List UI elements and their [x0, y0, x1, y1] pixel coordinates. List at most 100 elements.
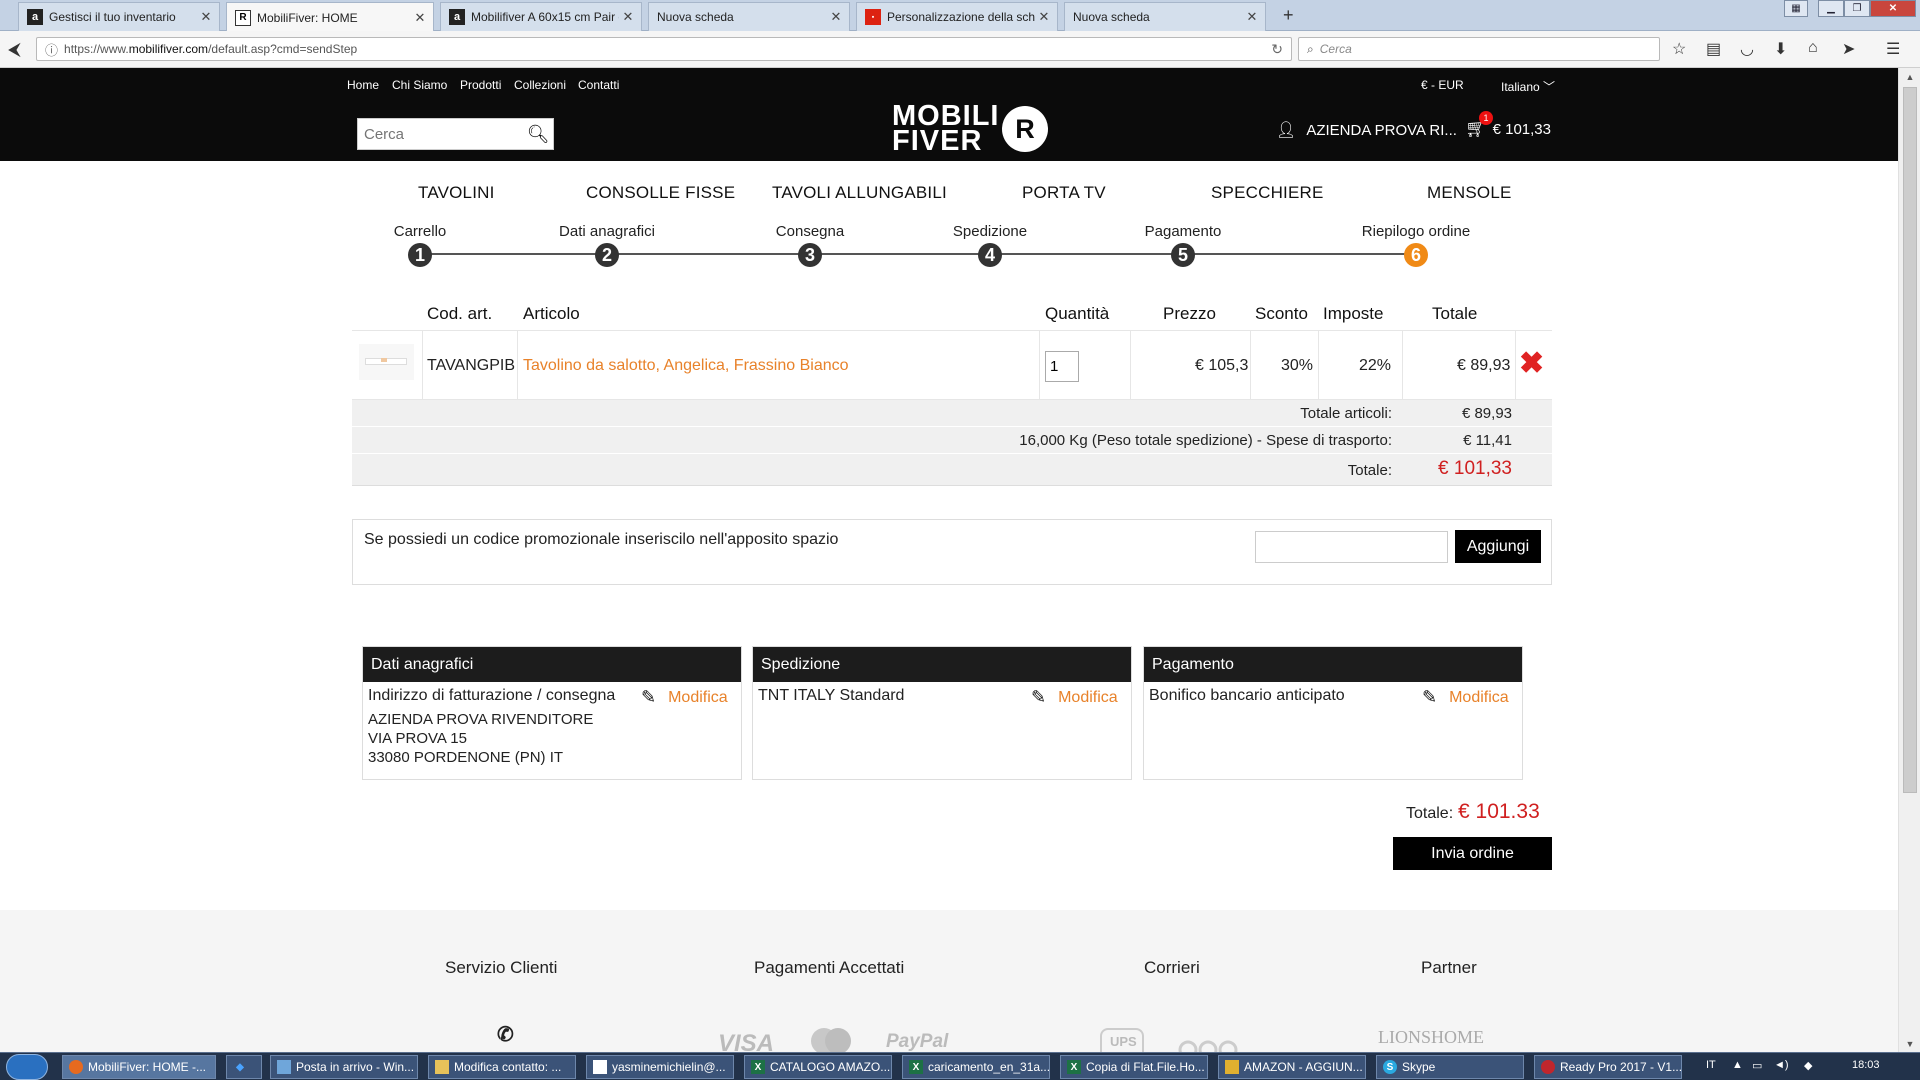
- scroll-down-icon[interactable]: ▼: [1899, 1035, 1920, 1052]
- taskbar-item[interactable]: ◆: [226, 1055, 262, 1079]
- taskbar-item[interactable]: Modifica contatto: ...: [428, 1055, 576, 1079]
- site-logo[interactable]: MOBILI FIVER R: [892, 102, 1050, 161]
- page-scrollbar[interactable]: ▲ ▼: [1898, 68, 1920, 1052]
- browser-tab[interactable]: Nuova scheda ✕: [1064, 2, 1266, 31]
- category-porta-tv[interactable]: PORTA TV: [1022, 183, 1106, 203]
- product-thumbnail[interactable]: [359, 344, 414, 380]
- delete-icon[interactable]: ✖: [1519, 349, 1544, 379]
- nav-link-chi-siamo[interactable]: Chi Siamo: [392, 78, 447, 92]
- browser-tab[interactable]: ▪ Personalizzazione della schec ✕: [856, 2, 1058, 31]
- close-icon[interactable]: ✕: [197, 9, 215, 25]
- submit-order-button[interactable]: Invia ordine: [1393, 837, 1552, 870]
- site-search-input[interactable]: [358, 125, 523, 143]
- modify-billing-link[interactable]: ✎ Modifica: [641, 687, 728, 708]
- browser-search-input[interactable]: ⌕ Cerca: [1298, 37, 1660, 61]
- tray-expand-icon[interactable]: ▲: [1732, 1059, 1743, 1071]
- task-label: Copia di Flat.File.Ho...: [1086, 1060, 1205, 1074]
- quantity-input[interactable]: [1045, 351, 1079, 382]
- taskbar-item[interactable]: X CATALOGO AMAZO...: [744, 1055, 892, 1079]
- back-icon[interactable]: ⮜: [8, 39, 21, 59]
- taskbar-item[interactable]: AMAZON - AGGIUN...: [1218, 1055, 1366, 1079]
- send-icon[interactable]: ➤: [1842, 39, 1855, 59]
- taskbar-item[interactable]: Ready Pro 2017 - V1...: [1534, 1055, 1682, 1079]
- nav-link-contatti[interactable]: Contatti: [578, 78, 619, 92]
- scroll-up-icon[interactable]: ▲: [1899, 68, 1920, 85]
- browser-tab-active[interactable]: R MobiliFiver: HOME ✕: [226, 2, 434, 32]
- volume-icon[interactable]: ◄): [1774, 1059, 1789, 1071]
- taskbar-item[interactable]: S Skype: [1376, 1055, 1524, 1079]
- step-number[interactable]: 4: [978, 243, 1002, 267]
- task-label: MobiliFiver: HOME -...: [88, 1060, 207, 1074]
- dropbox-tray-icon[interactable]: ◆: [1804, 1059, 1812, 1072]
- browser-navbar: ⮜ ⓘ https://www.mobilifiver.com/default.…: [0, 31, 1920, 68]
- step-number[interactable]: 5: [1171, 243, 1195, 267]
- category-consolle-fisse[interactable]: CONSOLLE FISSE: [586, 183, 735, 203]
- phone-icon[interactable]: ✆: [497, 1022, 514, 1047]
- input-language[interactable]: IT: [1706, 1059, 1716, 1071]
- language-selector[interactable]: Italiano ﹀: [1501, 78, 1555, 95]
- taskbar-item[interactable]: X Copia di Flat.File.Ho...: [1060, 1055, 1208, 1079]
- add-promo-button[interactable]: Aggiungi: [1455, 530, 1541, 563]
- account-link[interactable]: 👤︎ AZIENDA PROVA RI...: [1276, 120, 1457, 140]
- close-icon[interactable]: ✕: [1035, 9, 1053, 25]
- item-price: € 105,3: [1195, 357, 1249, 374]
- close-window-icon[interactable]: ✕: [1870, 0, 1916, 17]
- nav-link-collezioni[interactable]: Collezioni: [514, 78, 566, 92]
- step-label[interactable]: Pagamento: [1145, 223, 1222, 240]
- restore-icon[interactable]: ❐: [1844, 0, 1870, 17]
- clock[interactable]: 18:03: [1852, 1059, 1880, 1071]
- download-icon[interactable]: ⬇: [1774, 39, 1787, 59]
- home-icon[interactable]: ⌂: [1808, 39, 1818, 57]
- reading-list-icon[interactable]: ▤: [1706, 39, 1721, 59]
- close-icon[interactable]: ✕: [827, 9, 845, 25]
- close-icon[interactable]: ✕: [1243, 9, 1261, 25]
- logo-line-2: FIVER: [892, 125, 983, 157]
- info-icon[interactable]: ⓘ: [45, 40, 58, 59]
- browser-tab[interactable]: Nuova scheda ✕: [648, 2, 850, 31]
- category-tavolini[interactable]: TAVOLINI: [418, 183, 495, 203]
- step-number[interactable]: 3: [798, 243, 822, 267]
- column-header-discount: Sconto: [1255, 304, 1308, 323]
- mail-icon: [277, 1060, 291, 1074]
- step-label[interactable]: Carrello: [394, 223, 447, 240]
- browser-tab[interactable]: a Mobilifiver A 60x15 cm Pair c ✕: [440, 2, 642, 31]
- new-tab-icon[interactable]: +: [1283, 5, 1294, 26]
- window-menu-icon[interactable]: ▦: [1784, 0, 1808, 17]
- pocket-icon[interactable]: ◡: [1740, 39, 1754, 59]
- close-icon[interactable]: ✕: [411, 10, 429, 26]
- category-tavoli-allungabili[interactable]: TAVOLI ALLUNGABILI: [772, 183, 947, 203]
- currency-selector[interactable]: € - EUR: [1421, 78, 1464, 92]
- tab-label: Gestisci il tuo inventario: [49, 10, 176, 24]
- scroll-thumb[interactable]: [1903, 87, 1917, 793]
- step-label[interactable]: Consegna: [776, 223, 844, 240]
- bookmark-star-icon[interactable]: ☆: [1672, 39, 1686, 59]
- nav-link-prodotti[interactable]: Prodotti: [460, 78, 501, 92]
- modify-shipping-link[interactable]: ✎ Modifica: [1031, 687, 1118, 708]
- minimize-icon[interactable]: ▁: [1818, 0, 1844, 17]
- taskbar-item[interactable]: yasminemichielin@...: [586, 1055, 734, 1079]
- taskbar-item[interactable]: Xcaricamento_en_31a...: [902, 1055, 1050, 1079]
- reload-icon[interactable]: ↻: [1271, 41, 1283, 58]
- order-total-label: Totale:: [1406, 805, 1454, 822]
- url-bar[interactable]: ⓘ https://www.mobilifiver.com/default.as…: [36, 37, 1292, 61]
- category-mensole[interactable]: MENSOLE: [1427, 183, 1512, 203]
- item-name-link[interactable]: Tavolino da salotto, Angelica, Frassino …: [523, 357, 849, 375]
- promo-code-input[interactable]: [1255, 531, 1448, 563]
- nav-link-home[interactable]: Home: [347, 78, 379, 92]
- step-number[interactable]: 2: [595, 243, 619, 267]
- category-specchiere[interactable]: SPECCHIERE: [1211, 183, 1324, 203]
- start-button[interactable]: [6, 1054, 48, 1080]
- taskbar-item[interactable]: Posta in arrivo - Win...: [270, 1055, 418, 1079]
- search-icon[interactable]: 🔍︎: [523, 124, 553, 145]
- modify-payment-link[interactable]: ✎ Modifica: [1422, 687, 1509, 708]
- item-total: € 89,93: [1457, 357, 1511, 374]
- step-label[interactable]: Spedizione: [953, 223, 1027, 240]
- taskbar-item[interactable]: MobiliFiver: HOME -...: [62, 1055, 216, 1079]
- browser-tab[interactable]: a Gestisci il tuo inventario ✕: [18, 2, 220, 31]
- network-icon[interactable]: ▭: [1752, 1059, 1762, 1072]
- menu-icon[interactable]: ☰: [1886, 39, 1900, 59]
- close-icon[interactable]: ✕: [619, 9, 637, 25]
- cart-link[interactable]: 🛒︎ 1 € 101,33: [1465, 111, 1551, 139]
- step-label[interactable]: Dati anagrafici: [559, 223, 655, 240]
- step-number[interactable]: 1: [408, 243, 432, 267]
